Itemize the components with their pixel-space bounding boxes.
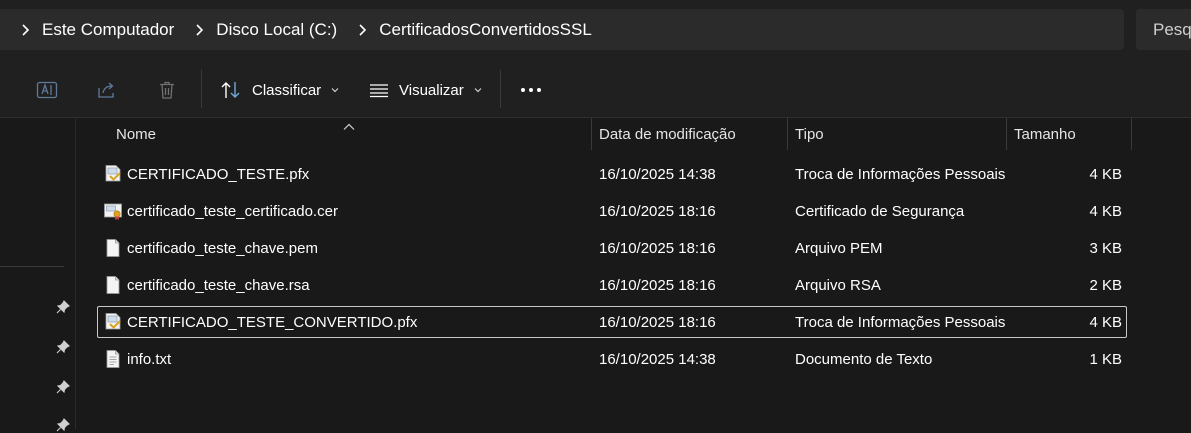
view-list-icon bbox=[369, 82, 389, 98]
sort-button[interactable]: Classificar bbox=[220, 74, 339, 106]
file-row[interactable]: certificado_teste_chave.pem 16/10/2025 1… bbox=[97, 232, 1127, 264]
more-options-icon[interactable] bbox=[519, 78, 543, 102]
certificate-file-icon bbox=[103, 201, 123, 221]
file-type: Arquivo RSA bbox=[795, 276, 881, 294]
breadcrumb-item-computer[interactable]: Este Computador bbox=[42, 20, 174, 40]
sort-button-label: Classificar bbox=[252, 81, 322, 99]
rename-icon[interactable] bbox=[35, 78, 59, 102]
file-type: Certificado de Segurança bbox=[795, 202, 965, 220]
pfx-file-icon bbox=[103, 312, 123, 332]
file-type: Arquivo PEM bbox=[795, 239, 883, 257]
share-icon[interactable] bbox=[95, 78, 119, 102]
document-file-icon bbox=[103, 238, 123, 258]
file-type: Troca de Informações Pessoais bbox=[795, 165, 1006, 183]
file-row[interactable]: certificado_teste_chave.rsa 16/10/2025 1… bbox=[97, 269, 1127, 301]
pfx-file-icon bbox=[103, 164, 123, 184]
view-button[interactable]: Visualizar bbox=[369, 74, 482, 106]
file-name: CERTIFICADO_TESTE_CONVERTIDO.pfx bbox=[127, 313, 418, 331]
column-divider[interactable] bbox=[1006, 118, 1007, 150]
pin-icon[interactable] bbox=[55, 379, 71, 395]
text-file-icon bbox=[103, 349, 123, 369]
view-button-label: Visualizar bbox=[399, 81, 464, 99]
pin-icon[interactable] bbox=[55, 417, 71, 433]
file-row-selected[interactable]: CERTIFICADO_TESTE_CONVERTIDO.pfx 16/10/2… bbox=[97, 306, 1127, 338]
breadcrumb-item-folder[interactable]: CertificadosConvertidosSSL bbox=[379, 20, 592, 40]
file-size: 3 KB bbox=[1089, 239, 1122, 257]
file-size: 4 KB bbox=[1089, 165, 1122, 183]
sort-icon bbox=[220, 80, 242, 100]
file-modified: 16/10/2025 18:16 bbox=[599, 313, 716, 331]
file-row[interactable]: info.txt 16/10/2025 14:38 Documento de T… bbox=[97, 343, 1127, 375]
chevron-down-icon bbox=[474, 87, 482, 93]
nav-divider bbox=[0, 266, 64, 267]
toolbar-divider bbox=[201, 70, 202, 108]
column-divider[interactable] bbox=[1131, 118, 1132, 150]
file-type: Troca de Informações Pessoais bbox=[795, 313, 1006, 331]
file-modified: 16/10/2025 18:16 bbox=[599, 276, 716, 294]
file-size: 2 KB bbox=[1089, 276, 1122, 294]
file-modified: 16/10/2025 18:16 bbox=[599, 239, 716, 257]
file-name: info.txt bbox=[127, 350, 172, 368]
file-modified: 16/10/2025 18:16 bbox=[599, 202, 716, 220]
file-modified: 16/10/2025 14:38 bbox=[599, 350, 716, 368]
search-box[interactable] bbox=[1136, 9, 1191, 50]
file-size: 4 KB bbox=[1089, 313, 1122, 331]
file-size: 4 KB bbox=[1089, 202, 1122, 220]
file-name: certificado_teste_chave.pem bbox=[127, 239, 318, 257]
command-bar: Classificar Visualizar bbox=[0, 60, 1191, 118]
breadcrumb-item-local-disk[interactable]: Disco Local (C:) bbox=[216, 20, 337, 40]
column-header-size[interactable]: Tamanho bbox=[1014, 118, 1124, 150]
file-type: Documento de Texto bbox=[795, 350, 933, 368]
chevron-right-icon[interactable] bbox=[192, 23, 206, 37]
chevron-down-icon bbox=[331, 87, 339, 93]
column-header-modified[interactable]: Data de modificação bbox=[599, 118, 784, 150]
pin-icon[interactable] bbox=[55, 339, 71, 355]
breadcrumb[interactable]: Este Computador Disco Local (C:) Certifi… bbox=[0, 9, 1124, 50]
navigation-pane[interactable] bbox=[0, 118, 76, 432]
column-header-name[interactable]: Nome bbox=[116, 118, 586, 150]
pin-icon[interactable] bbox=[55, 299, 71, 315]
file-list[interactable]: Nome Data de modificação Tipo Tamanho CE… bbox=[77, 118, 1191, 429]
file-name: CERTIFICADO_TESTE.pfx bbox=[127, 165, 310, 183]
file-row[interactable]: CERTIFICADO_TESTE.pfx 16/10/2025 14:38 T… bbox=[97, 158, 1127, 190]
column-header-type[interactable]: Tipo bbox=[795, 118, 995, 150]
file-row[interactable]: certificado_teste_certificado.cer 16/10/… bbox=[97, 195, 1127, 227]
column-divider[interactable] bbox=[787, 118, 788, 150]
document-file-icon bbox=[103, 275, 123, 295]
file-name: certificado_teste_certificado.cer bbox=[127, 202, 338, 220]
search-input[interactable] bbox=[1153, 19, 1191, 40]
toolbar-divider bbox=[500, 70, 501, 108]
chevron-right-icon[interactable] bbox=[355, 23, 369, 37]
trash-icon[interactable] bbox=[155, 78, 179, 102]
column-divider[interactable] bbox=[591, 118, 592, 150]
chevron-right-icon[interactable] bbox=[18, 23, 32, 37]
file-modified: 16/10/2025 14:38 bbox=[599, 165, 716, 183]
file-size: 1 KB bbox=[1089, 350, 1122, 368]
address-bar-row: Este Computador Disco Local (C:) Certifi… bbox=[0, 0, 1191, 60]
file-name: certificado_teste_chave.rsa bbox=[127, 276, 310, 294]
